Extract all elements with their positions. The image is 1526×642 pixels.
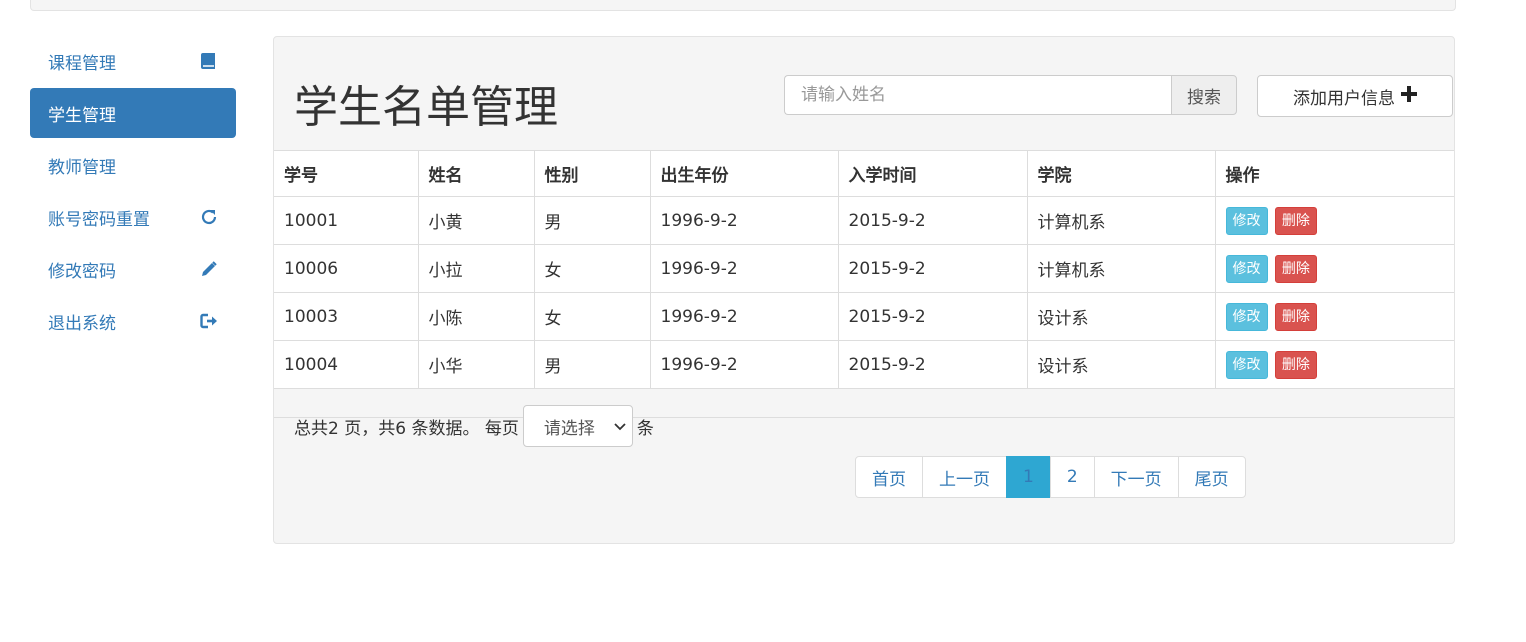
add-user-button[interactable]: 添加用户信息 [1257,75,1453,117]
table-row: 10001 小黄 男 1996-9-2 2015-9-2 计算机系 修改 删除 [274,196,1454,245]
sidebar-nav: 课程管理 学生管理 教师管理 账号密码重置 修改密码 退出系统 [30,36,236,348]
chevron-down-icon [614,416,626,436]
cell-birth: 1996-9-2 [649,244,839,293]
cell-birth: 1996-9-2 [649,340,839,389]
cell-enroll: 2015-9-2 [837,292,1028,341]
table-row: 10006 小拉 女 1996-9-2 2015-9-2 计算机系 修改 删除 [274,244,1454,293]
summary-suffix: 条 [636,418,654,439]
sidebar-item-label: 课程管理 [48,53,116,74]
pencil-icon [198,258,220,280]
pagination: 首页 上一页 1 2 下一页 尾页 [855,456,1246,498]
cell-college: 计算机系 [1026,244,1216,293]
edit-button[interactable]: 修改 [1225,302,1268,331]
header-gender: 性别 [533,150,651,197]
cell-birth: 1996-9-2 [649,196,839,245]
student-table: 学号 姓名 性别 出生年份 入学时间 学院 操作 10001 小黄 男 1996… [274,150,1454,389]
cell-id: 10004 [274,340,419,389]
sidebar-item-label: 账号密码重置 [48,209,150,230]
cell-id: 10001 [274,196,419,245]
cell-gender: 男 [533,196,651,245]
header-college: 学院 [1026,150,1216,197]
add-user-label: 添加用户信息 [1293,88,1395,109]
header-birth: 出生年份 [649,150,839,197]
summary-text: 总共2 页，共6 条数据。 每页 [294,418,519,439]
cell-name: 小华 [417,340,535,389]
cell-id: 10003 [274,292,419,341]
sidebar-item-change-password[interactable]: 修改密码 [30,244,236,294]
delete-button[interactable]: 删除 [1274,350,1317,379]
sidebar-item-student[interactable]: 学生管理 [30,88,236,138]
sidebar-item-teacher[interactable]: 教师管理 [30,140,236,190]
cell-gender: 女 [533,244,651,293]
cell-enroll: 2015-9-2 [837,196,1028,245]
delete-button[interactable]: 删除 [1274,254,1317,283]
table-header-row: 学号 姓名 性别 出生年份 入学时间 学院 操作 [274,150,1454,197]
search-group: 搜索 [784,75,1237,115]
cell-name: 小陈 [417,292,535,341]
cell-actions: 修改 删除 [1214,244,1454,293]
page-title: 学生名单管理 [294,82,558,133]
main-panel: 学生名单管理 搜索 添加用户信息 学号 姓名 性别 出生年份 入学时间 学院 [273,36,1455,544]
header-actions: 操作 [1214,150,1454,197]
cell-id: 10006 [274,244,419,293]
pager-next[interactable]: 下一页 [1093,456,1179,498]
cell-gender: 女 [533,292,651,341]
cell-actions: 修改 删除 [1214,196,1454,245]
header-enroll: 入学时间 [837,150,1028,197]
sidebar-item-account-reset[interactable]: 账号密码重置 [30,192,236,242]
cell-college: 计算机系 [1026,196,1216,245]
sidebar-item-logout[interactable]: 退出系统 [30,296,236,346]
edit-button[interactable]: 修改 [1225,206,1268,235]
book-icon [198,50,220,72]
cell-enroll: 2015-9-2 [837,244,1028,293]
sidebar-item-label: 退出系统 [48,313,116,334]
logout-icon [198,310,220,332]
refresh-icon [198,206,220,228]
pager-last[interactable]: 尾页 [1177,456,1246,498]
page-summary: 总共2 页，共6 条数据。 每页 请选择 条 [294,405,654,447]
plus-icon [1401,85,1417,107]
sidebar-item-label: 教师管理 [48,157,116,178]
cell-name: 小拉 [417,244,535,293]
top-bar [30,0,1456,11]
header-name: 姓名 [417,150,535,197]
search-input[interactable] [784,75,1171,115]
pager-page-2[interactable]: 2 [1049,456,1095,498]
delete-button[interactable]: 删除 [1274,206,1317,235]
pager-page-1[interactable]: 1 [1006,456,1051,498]
edit-button[interactable]: 修改 [1225,350,1268,379]
sidebar-item-course[interactable]: 课程管理 [30,36,236,86]
cell-name: 小黄 [417,196,535,245]
pager-prev[interactable]: 上一页 [922,456,1007,498]
page-size-value: 请选择 [543,418,595,439]
cell-college: 设计系 [1026,292,1216,341]
delete-button[interactable]: 删除 [1274,302,1317,331]
cell-actions: 修改 删除 [1214,292,1454,341]
edit-button[interactable]: 修改 [1225,254,1268,283]
sidebar-item-label: 修改密码 [48,261,116,282]
table-row: 10003 小陈 女 1996-9-2 2015-9-2 设计系 修改 删除 [274,292,1454,341]
pager-first[interactable]: 首页 [855,456,923,498]
cell-actions: 修改 删除 [1214,340,1454,389]
cell-college: 设计系 [1026,340,1216,389]
page-size-select[interactable]: 请选择 [522,405,633,447]
sidebar-item-label: 学生管理 [48,105,116,126]
search-button[interactable]: 搜索 [1171,75,1237,115]
table-row: 10004 小华 男 1996-9-2 2015-9-2 设计系 修改 删除 [274,340,1454,389]
cell-enroll: 2015-9-2 [837,340,1028,389]
header-id: 学号 [274,150,419,197]
cell-birth: 1996-9-2 [649,292,839,341]
cell-gender: 男 [533,340,651,389]
